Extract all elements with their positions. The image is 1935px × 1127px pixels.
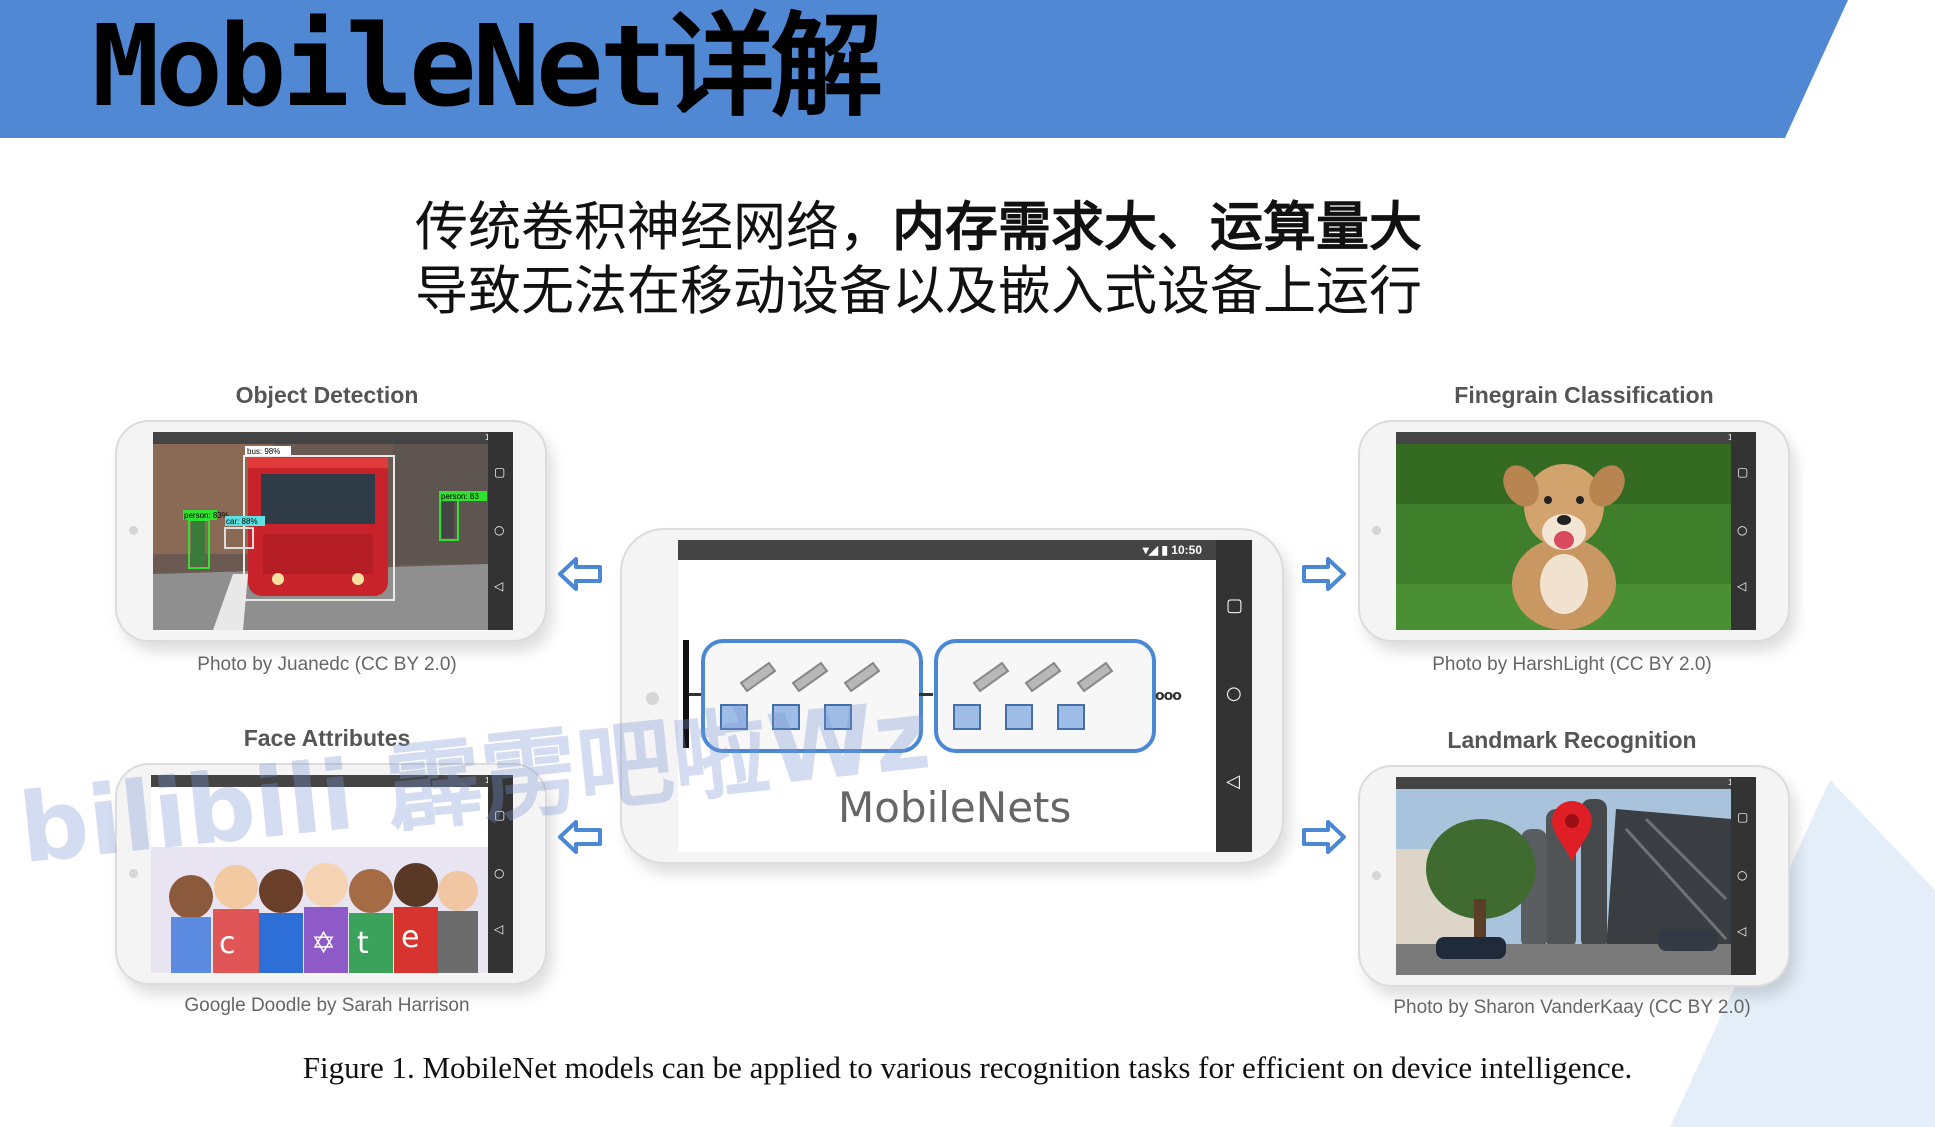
back-nav-icon: ◁	[494, 922, 504, 936]
credit-face-attributes: Google Doodle by Sarah Harrison	[184, 995, 470, 1016]
panel-title-object-detection: Object Detection	[235, 382, 419, 408]
more-layers-indicator: ooo	[1155, 688, 1182, 704]
nav-bar: ▢ ○ ◁	[488, 432, 513, 630]
back-nav-icon: ◁	[1226, 771, 1240, 792]
conv-layers-icon	[953, 661, 1114, 730]
phone-screen: 10:50 bus: 98% person: 83 person: 83%	[153, 432, 513, 630]
status-time: 10:50	[1171, 543, 1202, 557]
nav-bar: ▢ ○ ◁	[1731, 432, 1756, 630]
circle-nav-icon: ○	[1226, 683, 1242, 704]
phone-speaker	[129, 526, 138, 535]
phone-finegrain: 10:50 ▢ ○ ◁	[1358, 420, 1790, 642]
square-nav-icon: ▢	[1226, 595, 1244, 616]
phone-screen: 10:50 ▢ ○ ◁	[1396, 432, 1756, 630]
phone-speaker	[1372, 526, 1381, 535]
car-label: car: 88%	[226, 517, 258, 526]
square-nav-icon: ▢	[494, 465, 506, 479]
credit-landmark: Photo by Sharon VanderKaay (CC BY 2.0)	[1393, 997, 1751, 1018]
arrow-right-icon	[1302, 820, 1346, 854]
back-nav-icon: ◁	[494, 579, 504, 593]
person-label-right: person: 83	[441, 492, 479, 501]
figure-caption: Figure 1. MobileNet models can be applie…	[302, 1050, 1633, 1085]
landmark-photo	[1396, 789, 1731, 975]
back-nav-icon: ◁	[1737, 579, 1747, 593]
subtitle-normal-text: 传统卷积神经网络，	[415, 197, 892, 258]
status-bar: 10:50	[153, 432, 513, 444]
square-nav-icon: ▢	[1737, 810, 1749, 824]
person-label-left: person: 83%	[184, 511, 229, 520]
circle-nav-icon: ○	[494, 523, 505, 537]
back-nav-icon: ◁	[1737, 924, 1747, 938]
arrow-right-icon	[1302, 557, 1346, 591]
nav-bar: ▢ ○ ◁	[1731, 777, 1756, 975]
panel-title-landmark: Landmark Recognition	[1447, 727, 1697, 753]
phone-landmark: 10:50 ▢ ○ ◁	[1358, 765, 1790, 987]
svg-text:e: e	[401, 920, 419, 955]
circle-nav-icon: ○	[494, 866, 505, 880]
panel-title-finegrain: Finegrain Classification	[1454, 382, 1714, 408]
bus-photo: bus: 98% person: 83 person: 83% car: 88%	[153, 444, 488, 630]
circle-nav-icon: ○	[1737, 868, 1748, 882]
slide-title: MobileNet详解	[92, 2, 883, 132]
nav-bar: ▢ ○ ◁	[1216, 540, 1252, 852]
arrow-left-icon	[558, 557, 602, 591]
svg-text:c: c	[219, 926, 236, 961]
subtitle-line-1: 传统卷积神经网络，内存需求大、运算量大	[415, 195, 1422, 260]
phone-object-detection: 10:50 bus: 98% person: 83 person: 83%	[115, 420, 547, 642]
svg-text:t: t	[357, 926, 369, 961]
phone-speaker	[1372, 871, 1381, 880]
phone-screen: 10:50 ▢ ○ ◁	[1396, 777, 1756, 975]
status-bar: ▾◢ ▮ 10:50	[678, 540, 1252, 560]
credit-object-detection: Photo by Juanedc (CC BY 2.0)	[197, 654, 457, 675]
dog-photo	[1396, 444, 1731, 630]
credit-finegrain: Photo by HarshLight (CC BY 2.0)	[1432, 654, 1712, 675]
network-block-2	[934, 639, 1156, 753]
square-nav-icon: ▢	[1737, 465, 1749, 479]
status-bar: 10:50	[1396, 777, 1756, 789]
slide-subtitle: 传统卷积神经网络，内存需求大、运算量大 导致无法在移动设备以及嵌入式设备上运行	[415, 195, 1422, 324]
subtitle-line-2: 导致无法在移动设备以及嵌入式设备上运行	[415, 261, 1422, 322]
status-bar: 10:50	[1396, 432, 1756, 444]
circle-nav-icon: ○	[1737, 523, 1748, 537]
bus-label: bus: 98%	[247, 447, 280, 456]
subtitle-bold-text: 内存需求大、运算量大	[892, 196, 1422, 258]
svg-text:✡: ✡	[311, 926, 336, 961]
